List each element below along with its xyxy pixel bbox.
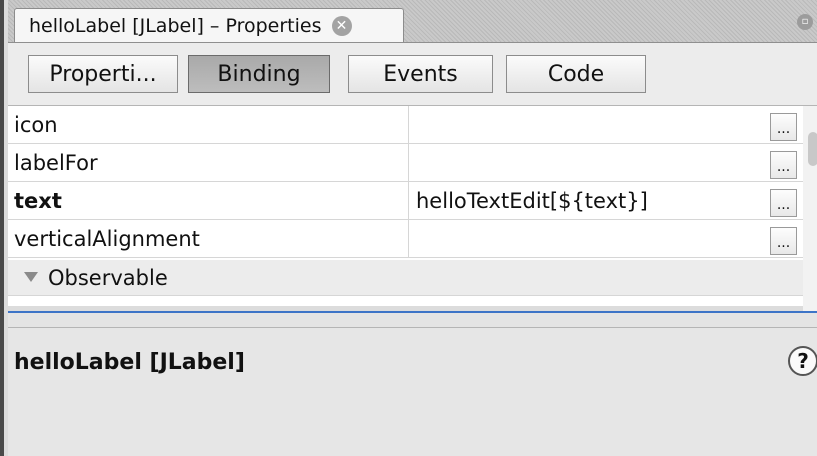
category-label: Observable: [48, 266, 168, 290]
view-toolbar: Properti... Binding Events Code: [8, 43, 817, 106]
property-name: labelFor: [14, 151, 98, 175]
edit-ellipsis-button[interactable]: ...: [770, 113, 797, 141]
code-button[interactable]: Code: [506, 55, 646, 93]
vertical-scrollbar[interactable]: [803, 106, 817, 312]
property-name: text: [14, 189, 62, 213]
properties-button[interactable]: Properti...: [28, 55, 178, 93]
binding-button[interactable]: Binding: [188, 55, 330, 93]
properties-tab[interactable]: helloLabel [JLabel] – Properties ✕: [14, 8, 404, 42]
column-divider: [408, 220, 409, 258]
column-divider: [408, 106, 409, 144]
maximize-icon[interactable]: ▫: [797, 14, 813, 30]
collapse-arrow-icon[interactable]: [24, 272, 38, 282]
edit-ellipsis-button[interactable]: ...: [770, 227, 797, 255]
description-title: helloLabel [JLabel]: [14, 350, 245, 375]
scrollbar-thumb[interactable]: [808, 132, 817, 166]
property-row-icon[interactable]: icon ...: [8, 106, 803, 144]
tab-title: helloLabel [JLabel] – Properties: [29, 14, 322, 37]
property-sheet: icon ... labelFor ... text helloTextEdit…: [8, 106, 803, 306]
properties-window: helloLabel [JLabel] – Properties ✕ ▫ Pro…: [0, 0, 817, 456]
property-row-verticalalignment[interactable]: verticalAlignment ...: [8, 220, 803, 258]
property-name: verticalAlignment: [14, 227, 200, 251]
help-icon[interactable]: ?: [788, 346, 817, 376]
edit-ellipsis-button[interactable]: ...: [770, 189, 797, 217]
property-row-labelfor[interactable]: labelFor ...: [8, 144, 803, 182]
title-bar: helloLabel [JLabel] – Properties ✕ ▫: [8, 0, 817, 43]
close-icon[interactable]: ✕: [331, 15, 352, 36]
property-value[interactable]: helloTextEdit[${text}]: [416, 182, 648, 220]
column-divider: [408, 182, 409, 220]
property-name: icon: [14, 113, 58, 137]
category-observable[interactable]: Observable: [8, 260, 803, 296]
description-panel: helloLabel [JLabel] ?: [8, 328, 817, 456]
events-button[interactable]: Events: [348, 55, 493, 93]
splitter[interactable]: [8, 313, 817, 328]
edit-ellipsis-button[interactable]: ...: [770, 151, 797, 179]
column-divider: [408, 144, 409, 182]
property-row-text[interactable]: text helloTextEdit[${text}] ...: [8, 182, 803, 220]
